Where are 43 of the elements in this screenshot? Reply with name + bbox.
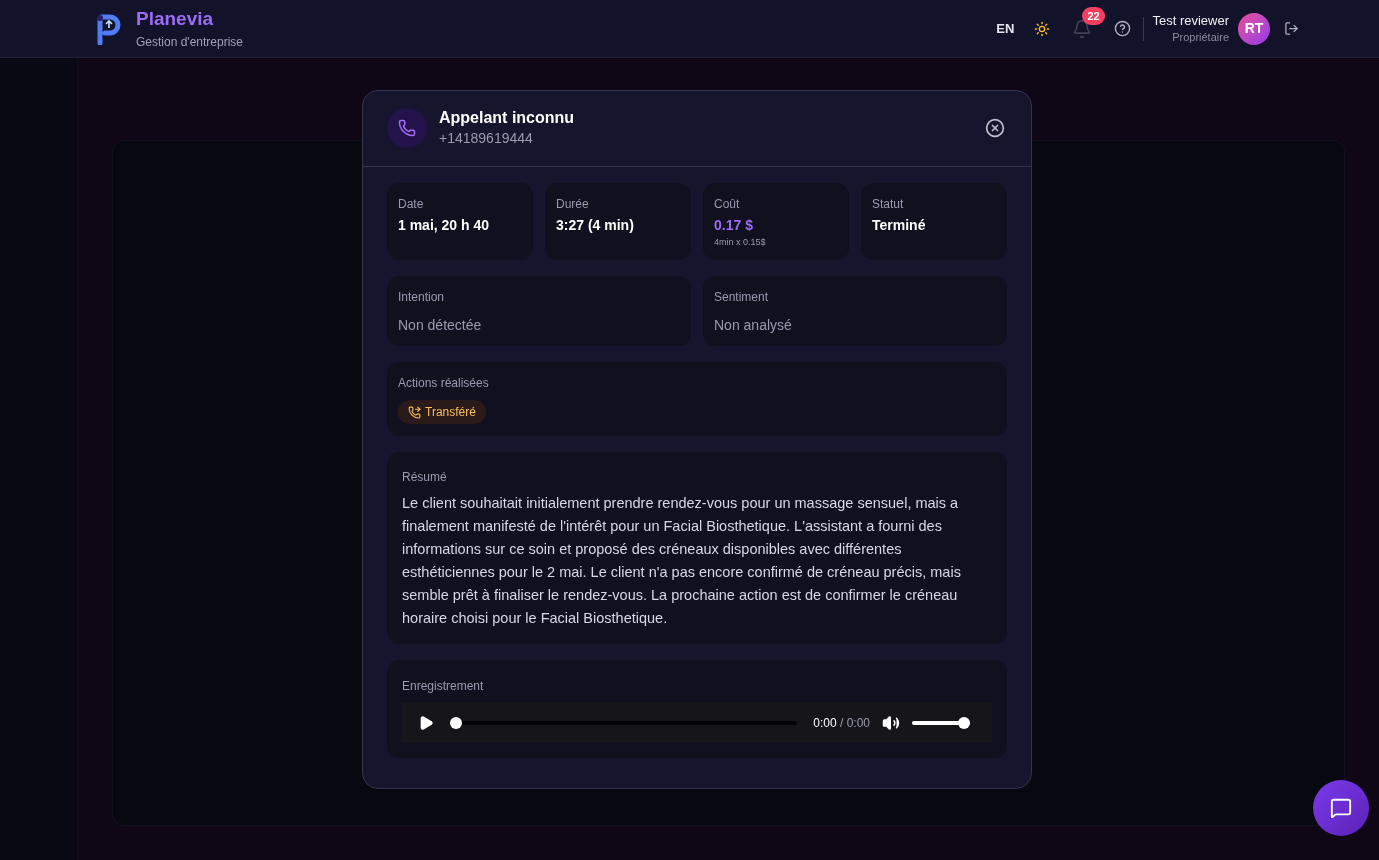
volume-slider[interactable] — [912, 717, 970, 729]
summary-label: Résumé — [402, 469, 448, 486]
notification-bell-icon[interactable] — [1072, 18, 1093, 39]
analysis-value: Non analysé — [714, 316, 793, 335]
stat-label: Date — [398, 196, 425, 213]
progress-thumb[interactable] — [450, 717, 462, 729]
brand-tagline: Gestion d'entreprise — [136, 33, 243, 51]
play-icon[interactable] — [418, 715, 434, 731]
stat-value: 0.17 $ — [714, 216, 754, 235]
cost-detail: 4min x 0.15$ — [714, 236, 767, 249]
phone-number: +14189619444 — [439, 129, 534, 148]
notification-count: 22 — [1082, 6, 1105, 25]
theme-icon[interactable] — [1034, 20, 1051, 37]
logout-icon[interactable] — [1284, 21, 1299, 36]
chat-icon — [1330, 797, 1352, 819]
action-tag: Transféré — [398, 400, 486, 424]
language-button[interactable]: EN — [996, 18, 1015, 39]
phone-icon — [398, 119, 416, 137]
volume-thumb[interactable] — [958, 717, 970, 729]
progress-slider[interactable] — [450, 717, 798, 729]
stat-value: Terminé — [872, 216, 927, 235]
stat-value: 3:27 (4 min) — [556, 216, 635, 235]
recording-label: Enregistrement — [402, 678, 485, 695]
actions-label: Actions réalisées — [398, 375, 490, 392]
user-name: Test reviewer — [1152, 12, 1229, 29]
phone-forward-icon — [408, 405, 421, 419]
help-icon[interactable] — [1114, 20, 1132, 37]
dialog-title: Appelant inconnu — [439, 108, 576, 128]
logo-icon — [96, 12, 122, 45]
summary-text: Le client souhaitait initialement prendre rendez-vous pour un massage sensuel, mais a finalement manifesté de l'intérêt pour un Facial Biosthetique. L'assistant a fourni des informations sur ce soin et proposé des créneaux disponibles avec différentes esthéticiennes pour le 2 mai. Le client n'a pas encore confirmé de créneau précis, mais semble prêt à finaliser le rendez-vous. La prochaine action est de confirmer le créneau horaire choisi pour le Facial Biosthetique. — [402, 494, 962, 628]
user-role: Propriétaire — [1172, 29, 1229, 45]
user-avatar[interactable]: RT — [1238, 12, 1270, 45]
brand-name: Planevia — [136, 6, 215, 31]
stat-label: Statut — [872, 196, 905, 213]
analysis-value: Non détectée — [398, 316, 483, 335]
playback-time: 0:00 / 0:00 — [813, 715, 870, 732]
analysis-label: Intention — [398, 289, 446, 306]
volume-icon[interactable] — [882, 714, 900, 732]
stat-label: Coût — [714, 196, 741, 213]
close-button[interactable] — [983, 116, 1007, 140]
analysis-label: Sentiment — [714, 289, 770, 306]
stat-label: Durée — [556, 196, 590, 213]
stat-value: 1 mai, 20 h 40 — [398, 216, 491, 235]
